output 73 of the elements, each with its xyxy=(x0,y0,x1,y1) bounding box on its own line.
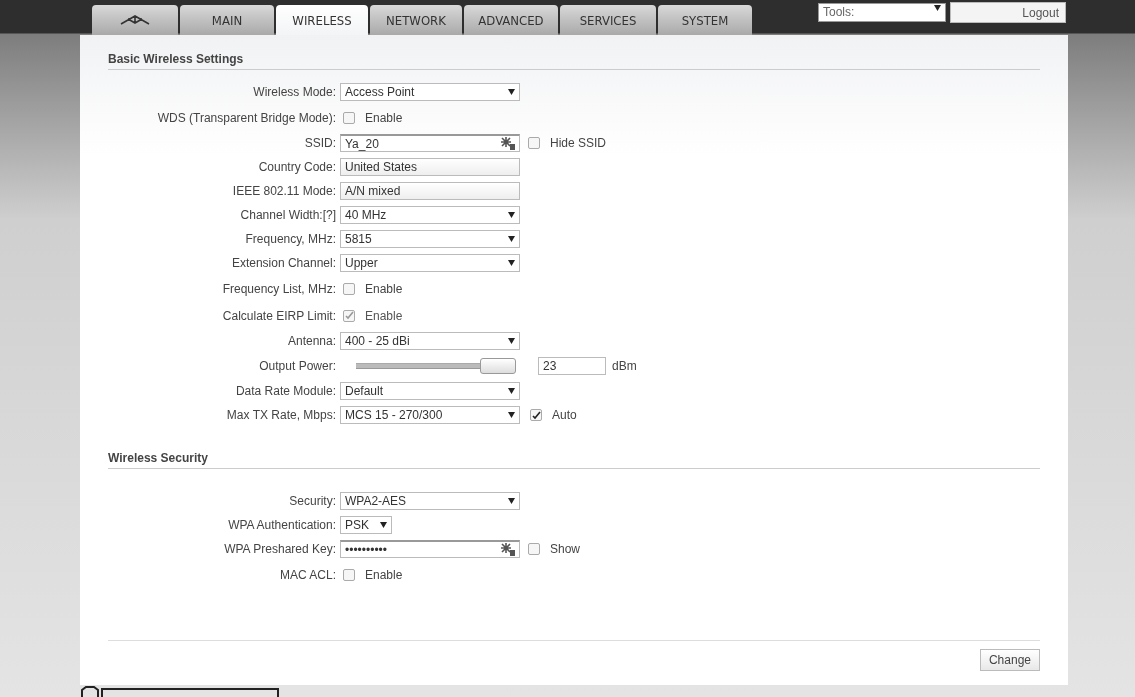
field-label: Wireless Mode: xyxy=(252,85,337,99)
checkbox[interactable] xyxy=(530,409,542,421)
input-field[interactable]: Ya_20 xyxy=(340,134,520,152)
nav-tab[interactable]: SYSTEM xyxy=(658,5,752,35)
input-field[interactable]: •••••••••• xyxy=(340,540,520,558)
dropdown[interactable]: Access Point xyxy=(340,83,520,101)
signal-tower-icon[interactable] xyxy=(500,542,516,556)
field-label: WDS (Transparent Bridge Mode): xyxy=(156,110,337,125)
section-title: Wireless Security xyxy=(108,451,1040,469)
nav-tab[interactable]: MAIN xyxy=(180,5,274,35)
caret-icon xyxy=(934,5,941,11)
badge-icon xyxy=(80,685,280,697)
nav-tab[interactable]: WIRELESS xyxy=(276,5,368,35)
checkbox-label: Enable xyxy=(365,281,403,296)
checkbox-label: Enable xyxy=(365,110,403,125)
checkbox-label: Enable xyxy=(365,567,403,582)
checkbox[interactable] xyxy=(528,543,540,555)
nav-tab[interactable]: SERVICES xyxy=(560,5,656,35)
tools-dropdown[interactable]: Tools: xyxy=(818,3,946,22)
field-label: MAC ACL: xyxy=(279,567,337,582)
caret-icon xyxy=(508,498,515,504)
checkbox[interactable] xyxy=(343,282,355,295)
field-label: Data Rate Module: xyxy=(234,384,337,398)
caret-icon xyxy=(508,388,515,394)
checkbox[interactable] xyxy=(343,568,355,581)
read-only-field: United States xyxy=(340,158,520,176)
nav-tab[interactable] xyxy=(92,5,178,35)
caret-icon xyxy=(508,412,515,418)
field-label: WPA Authentication: xyxy=(227,518,337,532)
dropdown[interactable]: 5815 xyxy=(340,230,520,248)
field-label: IEEE 802.11 Mode: xyxy=(231,184,337,198)
field-label: Output Power: xyxy=(258,359,337,373)
field-label: Max TX Rate, Mbps: xyxy=(225,408,337,422)
dropdown[interactable]: 40 MHz xyxy=(340,206,520,224)
checkbox[interactable] xyxy=(528,137,540,149)
change-button[interactable]: Change xyxy=(979,649,1040,671)
field-label: Frequency List, MHz: xyxy=(221,281,337,296)
caret-icon xyxy=(508,89,515,95)
section-title: Basic Wireless Settings xyxy=(108,52,1040,70)
unit-label: dBm xyxy=(612,359,637,373)
input-field[interactable]: 23 xyxy=(538,357,606,375)
field-label: Frequency, MHz: xyxy=(244,232,337,246)
dropdown[interactable]: MCS 15 - 270/300 xyxy=(340,406,520,424)
caret-icon xyxy=(508,260,515,266)
dropdown[interactable]: Upper xyxy=(340,254,520,272)
nav-tab[interactable]: NETWORK xyxy=(370,5,462,35)
field-label: SSID: xyxy=(303,136,337,150)
signal-tower-icon[interactable] xyxy=(500,136,516,150)
field-label: Security: xyxy=(288,494,337,508)
caret-icon xyxy=(508,236,515,242)
checkbox-label: Show xyxy=(550,542,581,556)
caret-icon xyxy=(508,212,515,218)
logo-icon xyxy=(120,15,150,25)
caret-icon xyxy=(508,338,515,344)
field-label: WPA Preshared Key: xyxy=(223,542,337,556)
dropdown[interactable]: PSK xyxy=(340,516,392,534)
nav-tab[interactable]: ADVANCED xyxy=(464,5,558,35)
checkbox-label: Enable xyxy=(365,308,403,323)
field-label: Country Code: xyxy=(257,160,337,174)
checkbox-label: Auto xyxy=(552,408,577,422)
dropdown[interactable]: 400 - 25 dBi xyxy=(340,332,520,350)
field-label: Extension Channel: xyxy=(230,256,337,270)
read-only-field: A/N mixed xyxy=(340,182,520,200)
field-label: Antenna: xyxy=(286,334,337,348)
slider-thumb[interactable] xyxy=(480,358,516,374)
logout-button[interactable]: Logout xyxy=(950,2,1066,23)
dropdown[interactable]: Default xyxy=(340,382,520,400)
field-label: Channel Width:[?] xyxy=(239,208,337,222)
dropdown[interactable]: WPA2-AES xyxy=(340,492,520,510)
caret-icon xyxy=(380,522,387,528)
checkbox[interactable] xyxy=(343,111,355,124)
checkbox-label: Hide SSID xyxy=(550,136,607,150)
field-label: Calculate EIRP Limit: xyxy=(221,308,337,323)
